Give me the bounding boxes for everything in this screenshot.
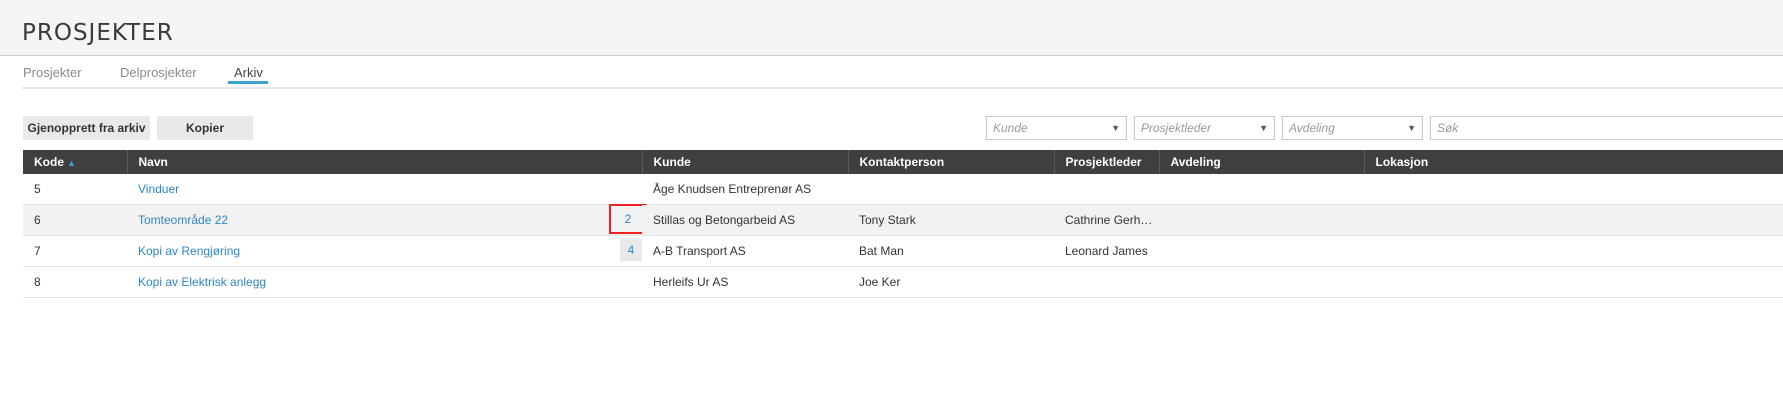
avdeling-filter-placeholder: Avdeling <box>1289 121 1335 135</box>
tab-arkiv[interactable]: Arkiv <box>234 65 263 80</box>
cell-prosjektleder <box>1054 266 1159 298</box>
cell-kode: 5 <box>23 174 127 205</box>
cell-kode: 8 <box>23 266 127 298</box>
caret-down-icon: ▼ <box>1111 123 1120 133</box>
active-tab-indicator <box>228 81 268 84</box>
prosjektleder-filter-placeholder: Prosjektleder <box>1141 121 1212 135</box>
column-header-kunde[interactable]: Kunde <box>642 150 849 174</box>
kunde-filter-placeholder: Kunde <box>993 121 1028 135</box>
table-row[interactable]: 7 Kopi av Rengjøring 4 A-B Transport AS B… <box>23 235 1783 267</box>
copy-button[interactable]: Kopier <box>157 116 253 140</box>
cell-kontaktperson <box>848 174 1054 205</box>
search-placeholder: Søk <box>1437 121 1459 135</box>
table-row[interactable]: 5 Vinduer Åge Knudsen Entreprenør AS <box>23 174 1783 205</box>
caret-down-icon: ▼ <box>1259 123 1268 133</box>
avdeling-filter-dropdown[interactable]: Avdeling ▼ <box>1282 116 1423 140</box>
column-header-kode[interactable]: Kode ▲ <box>23 150 128 174</box>
page-header: PROSJEKTER <box>0 0 1783 56</box>
column-header-avdeling[interactable]: Avdeling <box>1159 150 1365 174</box>
cell-kunde: A-B Transport AS <box>642 235 848 267</box>
cell-navn: Vinduer <box>127 174 642 205</box>
kunde-filter-dropdown[interactable]: Kunde ▼ <box>986 116 1127 140</box>
project-link[interactable]: Kopi av Rengjøring <box>138 244 240 258</box>
cell-lokasjon <box>1364 235 1783 267</box>
column-header-kontaktperson[interactable]: Kontaktperson <box>848 150 1055 174</box>
cell-kode: 6 <box>23 204 127 236</box>
cell-prosjektleder: Cathrine Gerhardsen <box>1054 204 1159 236</box>
table-row[interactable]: 6 Tomteområde 22 2 Stillas og Betongarbei… <box>23 204 1783 236</box>
cell-kunde: Stillas og Betongarbeid AS <box>642 204 848 236</box>
cell-avdeling <box>1159 235 1364 267</box>
project-link[interactable]: Vinduer <box>138 182 179 196</box>
column-header-lokasjon[interactable]: Lokasjon <box>1364 150 1783 174</box>
cell-navn: Tomteområde 22 2 <box>127 204 647 236</box>
page-title: PROSJEKTER <box>22 20 174 46</box>
restore-from-archive-button[interactable]: Gjenopprett fra arkiv <box>23 116 150 140</box>
cell-kontaktperson: Joe Ker <box>848 266 1054 298</box>
table-row[interactable]: 8 Kopi av Elektrisk anlegg Herleifs Ur A… <box>23 266 1783 298</box>
cell-kunde: Åge Knudsen Entreprenør AS <box>642 174 848 205</box>
cell-prosjektleder: Leonard James <box>1054 235 1159 267</box>
tab-bar: Prosjekter Delprosjekter Arkiv <box>22 56 1783 89</box>
cell-avdeling <box>1159 204 1364 236</box>
prosjektleder-filter-dropdown[interactable]: Prosjektleder ▼ <box>1134 116 1275 140</box>
search-input[interactable]: Søk <box>1430 116 1783 140</box>
caret-down-icon: ▼ <box>1407 123 1416 133</box>
cell-navn: Kopi av Rengjøring 4 <box>127 235 642 267</box>
column-header-prosjektleder[interactable]: Prosjektleder <box>1054 150 1160 174</box>
tab-delprosjekter[interactable]: Delprosjekter <box>120 65 197 80</box>
cell-kode: 7 <box>23 235 127 267</box>
cell-kunde: Herleifs Ur AS <box>642 266 848 298</box>
cell-lokasjon <box>1364 174 1783 205</box>
cell-lokasjon <box>1364 204 1783 236</box>
cell-prosjektleder <box>1054 174 1159 205</box>
tab-prosjekter[interactable]: Prosjekter <box>23 65 82 80</box>
cell-avdeling <box>1159 266 1364 298</box>
column-header-label: Kode <box>34 155 64 169</box>
cell-avdeling <box>1159 174 1364 205</box>
sort-ascending-icon: ▲ <box>67 158 76 168</box>
column-header-navn[interactable]: Navn <box>127 150 643 174</box>
project-link[interactable]: Kopi av Elektrisk anlegg <box>138 275 266 289</box>
cell-kontaktperson: Tony Stark <box>848 204 1054 236</box>
projects-table: Kode ▲ Navn Kunde Kontaktperson Prosjektl… <box>23 150 1783 298</box>
subproject-count-badge[interactable]: 2 <box>609 204 647 234</box>
cell-lokasjon <box>1364 266 1783 298</box>
table-header-row: Kode ▲ Navn Kunde Kontaktperson Prosjektl… <box>23 150 1783 174</box>
project-link[interactable]: Tomteområde 22 <box>138 213 228 227</box>
cell-navn: Kopi av Elektrisk anlegg <box>127 266 642 298</box>
cell-kontaktperson: Bat Man <box>848 235 1054 267</box>
subproject-count-badge[interactable]: 4 <box>620 239 642 261</box>
